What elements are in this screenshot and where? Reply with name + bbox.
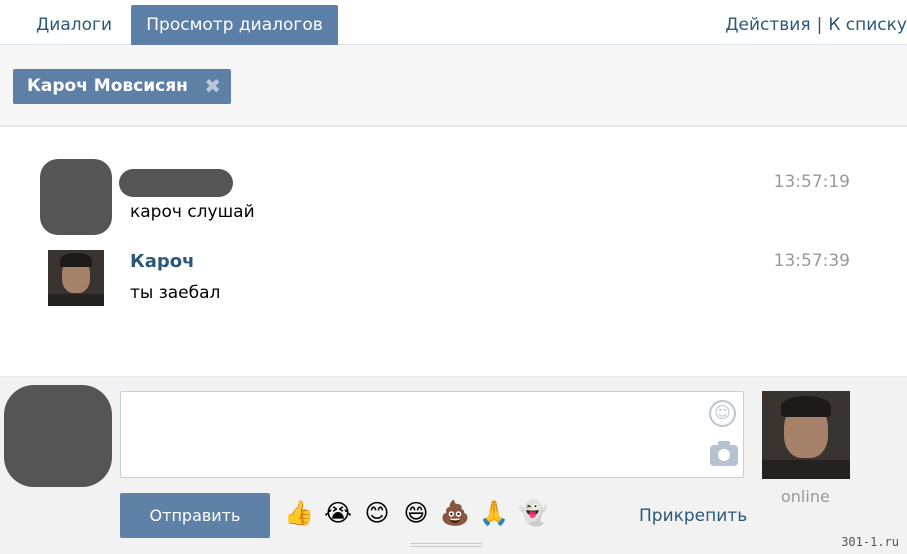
- message-item: Кароч ты заебал 13:57:39: [0, 248, 907, 308]
- avatar-shirt: [762, 459, 850, 479]
- resize-grip[interactable]: [410, 543, 482, 547]
- send-button[interactable]: Отправить: [120, 493, 270, 538]
- to-list-link[interactable]: К списку: [828, 15, 907, 35]
- avatar[interactable]: [48, 250, 104, 306]
- sender-name: [119, 169, 233, 197]
- contact-avatar[interactable]: [762, 391, 850, 479]
- close-icon[interactable]: ✖: [204, 69, 221, 104]
- my-avatar: [4, 385, 112, 487]
- camera-icon[interactable]: [710, 441, 738, 466]
- smile-icon[interactable]: ☺: [709, 400, 736, 427]
- attach-button[interactable]: Прикрепить: [639, 506, 747, 526]
- avatar-hair: [781, 396, 831, 418]
- message-time: 13:57:39: [773, 251, 850, 271]
- message-text: кароч слушай: [130, 202, 255, 222]
- message-text: ты заебал: [130, 283, 221, 303]
- status-online: online: [781, 487, 830, 506]
- message-item: кароч слушай 13:57:19: [0, 155, 907, 235]
- avatar: [40, 159, 112, 235]
- grinning-face-icon[interactable]: 😄: [400, 497, 432, 529]
- avatar-shirt: [48, 293, 104, 306]
- watermark: 301-1.ru: [841, 535, 899, 549]
- top-tab-bar: Диалоги Просмотр диалогов Действия | К спи…: [0, 0, 907, 45]
- crying-face-icon[interactable]: 😭: [322, 497, 354, 529]
- header-actions: Действия | К списку: [725, 5, 907, 45]
- recipient-chip-label: Кароч Мовсисян: [27, 76, 188, 96]
- recipient-chip[interactable]: Кароч Мовсисян ✖: [13, 69, 231, 104]
- smiling-face-icon[interactable]: 😊: [361, 497, 393, 529]
- ghost-icon[interactable]: 👻: [517, 497, 549, 529]
- avatar-hair: [60, 253, 92, 267]
- sender-name[interactable]: Кароч: [130, 251, 194, 272]
- message-time: 13:57:19: [773, 172, 850, 192]
- thumbs-up-icon[interactable]: 👍: [283, 497, 315, 529]
- actions-link[interactable]: Действия: [725, 15, 810, 35]
- poop-icon[interactable]: 💩: [439, 497, 471, 529]
- emoji-bar: 👍 😭 😊 😄 💩 🙏 👻: [283, 497, 549, 533]
- composer: ☺ online Отправить 👍 😭 😊 😄 💩 🙏 👻 Прикреп…: [0, 376, 907, 554]
- tab-dialogs[interactable]: Диалоги: [18, 5, 130, 45]
- separator: |: [816, 15, 823, 35]
- recipient-bar: Кароч Мовсисян ✖: [0, 45, 907, 127]
- message-input[interactable]: [120, 391, 744, 478]
- tab-view-dialogs[interactable]: Просмотр диалогов: [131, 5, 338, 45]
- praying-hands-icon[interactable]: 🙏: [478, 497, 510, 529]
